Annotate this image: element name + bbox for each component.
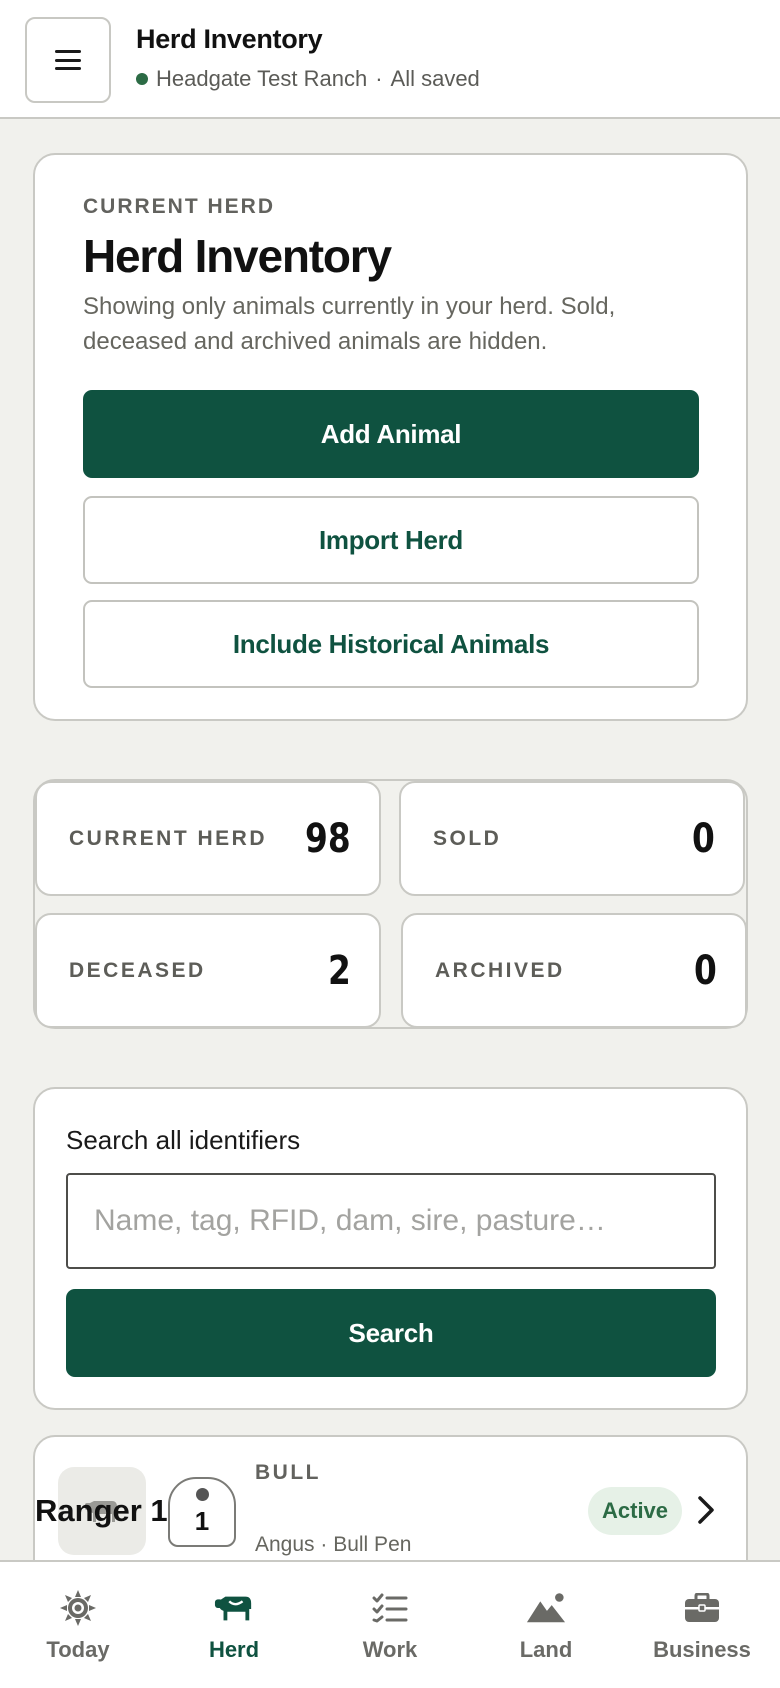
sun-icon: [58, 1590, 98, 1626]
animal-type: BULL: [255, 1461, 321, 1484]
ranch-name: Headgate Test Ranch: [156, 66, 368, 91]
tab-work[interactable]: Work: [312, 1562, 468, 1688]
tab-label: Today: [46, 1637, 110, 1662]
page-title: Herd Inventory: [83, 230, 392, 282]
stat-sold[interactable]: SOLD 0: [399, 781, 745, 896]
tab-label: Land: [519, 1637, 573, 1662]
ear-tag: 1: [168, 1477, 236, 1547]
stat-value: 2: [328, 947, 351, 994]
status-badge: Active: [588, 1487, 683, 1535]
herd-summary-card: CURRENT HERD Herd Inventory Showing only…: [33, 153, 748, 721]
top-bar: Herd Inventory Headgate Test Ranch · All…: [0, 0, 780, 119]
stat-label: CURRENT HERD: [69, 826, 267, 850]
tab-land[interactable]: Land: [468, 1562, 624, 1688]
bottom-tab-bar: Today Herd Work Land Business: [0, 1560, 780, 1688]
tab-label: Business: [653, 1637, 751, 1662]
stat-value: 0: [694, 947, 717, 994]
search-card: Search all identifiers Search: [33, 1087, 748, 1410]
tab-label: Herd: [208, 1637, 260, 1662]
stat-current-herd[interactable]: CURRENT HERD 98: [35, 781, 381, 896]
app-title: Herd Inventory: [136, 24, 323, 54]
tab-business[interactable]: Business: [624, 1562, 780, 1688]
stat-value: 0: [692, 815, 715, 862]
stat-label: SOLD: [433, 826, 502, 850]
stat-deceased[interactable]: DECEASED 2: [35, 913, 381, 1028]
mountain-icon: [526, 1590, 566, 1626]
animal-meta: Angus · Bull Pen: [255, 1533, 412, 1556]
stat-label: DECEASED: [69, 958, 206, 982]
save-status: All saved: [390, 66, 480, 91]
search-input[interactable]: [66, 1173, 716, 1269]
page-description: Showing only animals currently in your h…: [83, 293, 616, 355]
stat-label: ARCHIVED: [435, 958, 565, 982]
sync-status: Headgate Test Ranch · All saved: [136, 66, 480, 92]
search-label: Search all identifiers: [66, 1125, 301, 1155]
include-historical-button[interactable]: Include Historical Animals: [83, 600, 699, 688]
stat-archived[interactable]: ARCHIVED 0: [401, 913, 747, 1028]
cow-icon: [214, 1590, 254, 1626]
animal-name: Ranger 1: [35, 1493, 168, 1528]
menu-button[interactable]: [25, 17, 111, 103]
separator: ·: [375, 66, 383, 91]
checklist-icon: [370, 1590, 410, 1626]
tab-label: Work: [362, 1637, 418, 1662]
tag-number: 1: [194, 1506, 210, 1536]
tab-today[interactable]: Today: [0, 1562, 156, 1688]
tab-herd[interactable]: Herd: [156, 1562, 312, 1688]
search-button[interactable]: Search: [66, 1289, 716, 1377]
tag-hole-icon: [196, 1488, 209, 1501]
herd-stats: CURRENT HERD 98 SOLD 0 DECEASED 2 ARCHIV…: [33, 779, 748, 1029]
status-dot-icon: [136, 73, 148, 85]
import-herd-button[interactable]: Import Herd: [83, 496, 699, 584]
hamburger-icon: [55, 50, 81, 70]
briefcase-icon: [682, 1590, 722, 1626]
section-eyebrow: CURRENT HERD: [83, 195, 275, 218]
add-animal-button[interactable]: Add Animal: [83, 390, 699, 478]
stat-value: 98: [305, 815, 351, 862]
chevron-right-icon: [698, 1496, 714, 1524]
